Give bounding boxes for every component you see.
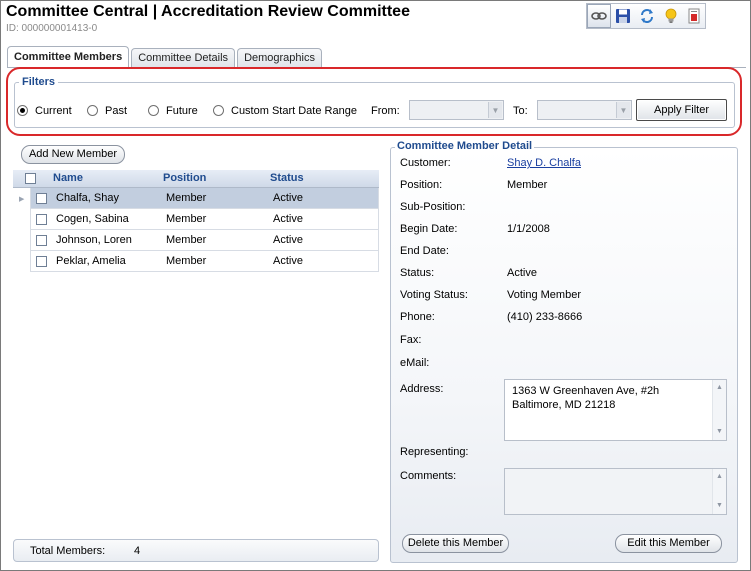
row-checkbox[interactable] xyxy=(36,214,47,225)
radio-future-label: Future xyxy=(166,105,198,117)
member-status: Active xyxy=(273,192,303,204)
status-value: Active xyxy=(507,267,537,279)
voting-status-value: Voting Member xyxy=(507,289,581,301)
total-members-bar: Total Members: 4 xyxy=(13,539,379,562)
member-name: Cogen, Sabina xyxy=(56,213,129,225)
customer-label: Customer: xyxy=(400,157,451,169)
grid-border xyxy=(378,188,379,272)
row-checkbox[interactable] xyxy=(36,193,47,204)
edit-member-button[interactable]: Edit this Member xyxy=(615,534,722,553)
toolbar xyxy=(586,3,706,29)
subposition-label: Sub-Position: xyxy=(400,201,466,213)
begin-date-label: Begin Date: xyxy=(400,223,458,235)
status-label: Status: xyxy=(400,267,435,279)
comments-field[interactable]: ▲ ▼ xyxy=(504,468,727,515)
radio-custom-range[interactable] xyxy=(213,105,224,116)
address-scrollbar[interactable]: ▲ ▼ xyxy=(712,380,726,440)
member-status: Active xyxy=(273,234,303,246)
tab-committee-members[interactable]: Committee Members xyxy=(7,46,130,68)
select-all-checkbox[interactable] xyxy=(25,173,36,184)
filters-legend: Filters xyxy=(19,76,59,88)
refresh-button[interactable] xyxy=(636,5,658,27)
position-value: Member xyxy=(507,179,548,191)
apply-filter-button[interactable]: Apply Filter xyxy=(636,99,727,121)
row-checkbox[interactable] xyxy=(36,256,47,267)
column-header-status[interactable]: Status xyxy=(270,172,304,184)
to-date-select[interactable]: ▼ xyxy=(537,100,632,120)
radio-past[interactable] xyxy=(87,105,98,116)
email-label: eMail: xyxy=(400,357,430,369)
save-icon xyxy=(616,9,631,23)
radio-custom-range-label: Custom Start Date Range xyxy=(231,105,357,117)
scroll-down-icon[interactable]: ▼ xyxy=(713,500,726,512)
lightbulb-icon xyxy=(665,8,676,23)
link-button[interactable] xyxy=(587,4,611,28)
position-label: Position: xyxy=(400,179,443,191)
add-new-member-button[interactable]: Add New Member xyxy=(21,145,125,164)
end-date-label: End Date: xyxy=(400,245,449,257)
begin-date-value: 1/1/2008 xyxy=(507,223,550,235)
record-id: ID: 000000001413-0 xyxy=(6,23,98,34)
column-header-name[interactable]: Name xyxy=(53,172,83,184)
tab-committee-details[interactable]: Committee Details xyxy=(131,48,236,68)
refresh-icon xyxy=(640,9,653,23)
page-title: Committee Central | Accreditation Review… xyxy=(6,3,410,20)
radio-current-label: Current xyxy=(35,105,72,117)
chevron-down-icon: ▼ xyxy=(488,102,502,118)
address-field[interactable]: 1363 W Greenhaven Ave, #2h Baltimore, MD… xyxy=(504,379,727,441)
scroll-up-icon[interactable]: ▲ xyxy=(713,471,726,483)
address-label: Address: xyxy=(400,383,444,395)
phone-label: Phone: xyxy=(400,311,435,323)
from-date-select[interactable]: ▼ xyxy=(409,100,504,120)
report-button[interactable] xyxy=(683,5,705,27)
tips-button[interactable] xyxy=(660,5,682,27)
customer-link[interactable]: Shay D. Chalfa xyxy=(507,157,581,169)
delete-member-button[interactable]: Delete this Member xyxy=(402,534,509,553)
member-position: Member xyxy=(166,255,207,267)
column-header-position[interactable]: Position xyxy=(163,172,206,184)
table-row[interactable]: Peklar, Amelia Member Active xyxy=(31,251,378,272)
member-position: Member xyxy=(166,213,207,225)
members-grid-header: Name Position Status xyxy=(13,170,379,188)
comments-label: Comments: xyxy=(400,470,457,482)
table-row[interactable]: Cogen, Sabina Member Active xyxy=(31,209,378,230)
comments-scrollbar[interactable]: ▲ ▼ xyxy=(712,469,726,514)
table-row[interactable]: Johnson, Loren Member Active xyxy=(31,230,378,251)
row-checkbox[interactable] xyxy=(36,235,47,246)
table-row[interactable]: Chalfa, Shay Member Active xyxy=(31,188,378,209)
scroll-down-icon[interactable]: ▼ xyxy=(713,426,726,438)
report-icon xyxy=(688,8,700,24)
from-label: From: xyxy=(371,105,400,117)
member-name: Johnson, Loren xyxy=(56,234,132,246)
member-name: Chalfa, Shay xyxy=(56,192,119,204)
member-status: Active xyxy=(273,255,303,267)
radio-current[interactable] xyxy=(17,105,28,116)
to-label: To: xyxy=(513,105,528,117)
member-name: Peklar, Amelia xyxy=(56,255,126,267)
fax-label: Fax: xyxy=(400,334,422,346)
chevron-down-icon: ▼ xyxy=(616,102,630,118)
save-button[interactable] xyxy=(613,5,635,27)
link-icon xyxy=(590,12,607,20)
tab-demographics[interactable]: Demographics xyxy=(237,48,322,68)
app-window: Committee Central | Accreditation Review… xyxy=(0,0,751,571)
radio-future[interactable] xyxy=(148,105,159,116)
total-members-label: Total Members: xyxy=(30,545,106,557)
scroll-up-icon[interactable]: ▲ xyxy=(713,382,726,394)
radio-past-label: Past xyxy=(105,105,128,117)
address-text: 1363 W Greenhaven Ave, #2h Baltimore, MD… xyxy=(512,385,660,411)
voting-status-label: Voting Status: xyxy=(400,289,468,301)
member-detail-legend: Committee Member Detail xyxy=(395,140,535,152)
member-status: Active xyxy=(273,213,303,225)
current-row-indicator-icon: ▶ xyxy=(19,196,25,203)
member-position: Member xyxy=(166,192,207,204)
representing-label: Representing: xyxy=(400,446,469,458)
total-members-count: 4 xyxy=(134,545,141,557)
phone-value: (410) 233-8666 xyxy=(507,311,583,323)
tab-bar: Committee Members Committee Details Demo… xyxy=(7,46,324,68)
member-position: Member xyxy=(166,234,207,246)
